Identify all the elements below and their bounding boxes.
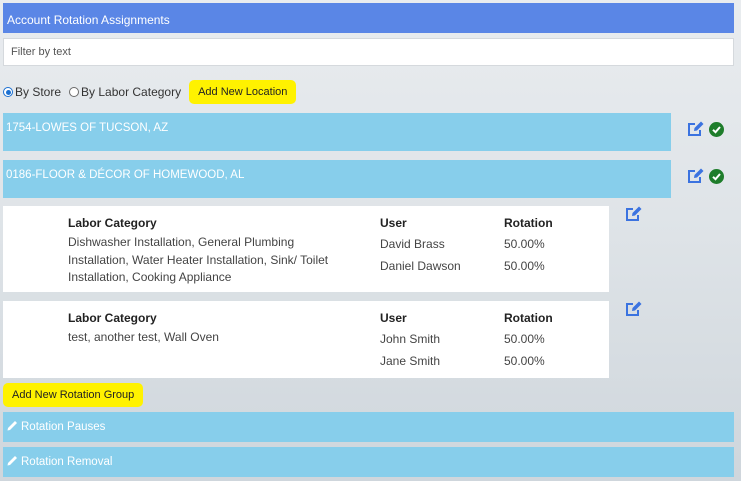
user-header: User [380,216,407,230]
rotation-group-card: Labor Category test, another test, Wall … [3,301,609,378]
rotation-value: 50.00% [504,353,545,368]
labor-category-header: Labor Category [68,311,157,325]
edit-icon[interactable] [625,205,643,223]
filter-placeholder: Filter by text [11,46,71,58]
labor-category-column: Labor Category test, another test, Wall … [68,311,358,347]
rotation-header: Rotation [504,216,553,230]
page-header: Account Rotation Assignments [3,3,734,33]
radio-by-labor-category[interactable]: By Labor Category [69,85,181,99]
user-column: User John Smith Jane Smith [380,311,440,372]
check-circle-icon[interactable] [709,121,724,137]
rotation-value: 50.00% [504,237,545,251]
radio-by-store[interactable]: By Store [3,85,61,99]
store-name: 0186-FLOOR & DÉCOR OF HOMEWOOD, AL [6,169,245,181]
check-circle-icon[interactable] [709,168,724,184]
rotation-value: 50.00% [504,332,545,346]
rotation-pauses-section[interactable]: Rotation Pauses [3,412,734,442]
section-label: Rotation Pauses [21,421,106,433]
rotation-column: Rotation 50.00% 50.00% [504,216,553,277]
store-row[interactable]: 0186-FLOOR & DÉCOR OF HOMEWOOD, AL [3,160,671,198]
radio-button-selected[interactable] [3,87,13,97]
rotation-column: Rotation 50.00% 50.00% [504,311,553,372]
store-actions [687,167,724,185]
page-title: Account Rotation Assignments [7,13,170,27]
store-actions [687,120,724,138]
user-name: Daniel Dawson [380,258,461,273]
labor-category-column: Labor Category Dishwasher Installation, … [68,216,358,287]
edit-icon[interactable] [687,167,705,185]
section-label: Rotation Removal [21,456,113,468]
view-options: By Store By Labor Category Add New Locat… [3,80,297,104]
add-new-location-button[interactable]: Add New Location [189,80,297,104]
add-new-rotation-group-button[interactable]: Add New Rotation Group [3,383,144,407]
user-name: David Brass [380,237,445,251]
edit-icon[interactable] [687,120,705,138]
pencil-icon [7,455,18,469]
radio-button[interactable] [69,87,80,97]
user-name: Jane Smith [380,353,441,368]
user-header: User [380,311,407,325]
user-name: John Smith [380,332,441,346]
labor-category-value: test, another test, Wall Oven [68,330,219,344]
rotation-value: 50.00% [504,258,545,273]
store-name: 1754-LOWES OF TUCSON, AZ [6,122,169,134]
pencil-icon [7,420,18,434]
radio-by-labor-category-label: By Labor Category [81,85,182,99]
filter-input[interactable]: Filter by text [3,38,734,66]
rotation-header: Rotation [504,311,553,325]
radio-by-store-label: By Store [15,85,62,99]
edit-icon[interactable] [625,300,643,318]
labor-category-header: Labor Category [68,216,157,230]
user-column: User David Brass Daniel Dawson [380,216,461,277]
labor-category-value: Dishwasher Installation, General Plumbin… [68,235,329,284]
rotation-group-card: Labor Category Dishwasher Installation, … [3,206,609,292]
store-row[interactable]: 1754-LOWES OF TUCSON, AZ [3,113,671,151]
rotation-removal-section[interactable]: Rotation Removal [3,447,734,477]
